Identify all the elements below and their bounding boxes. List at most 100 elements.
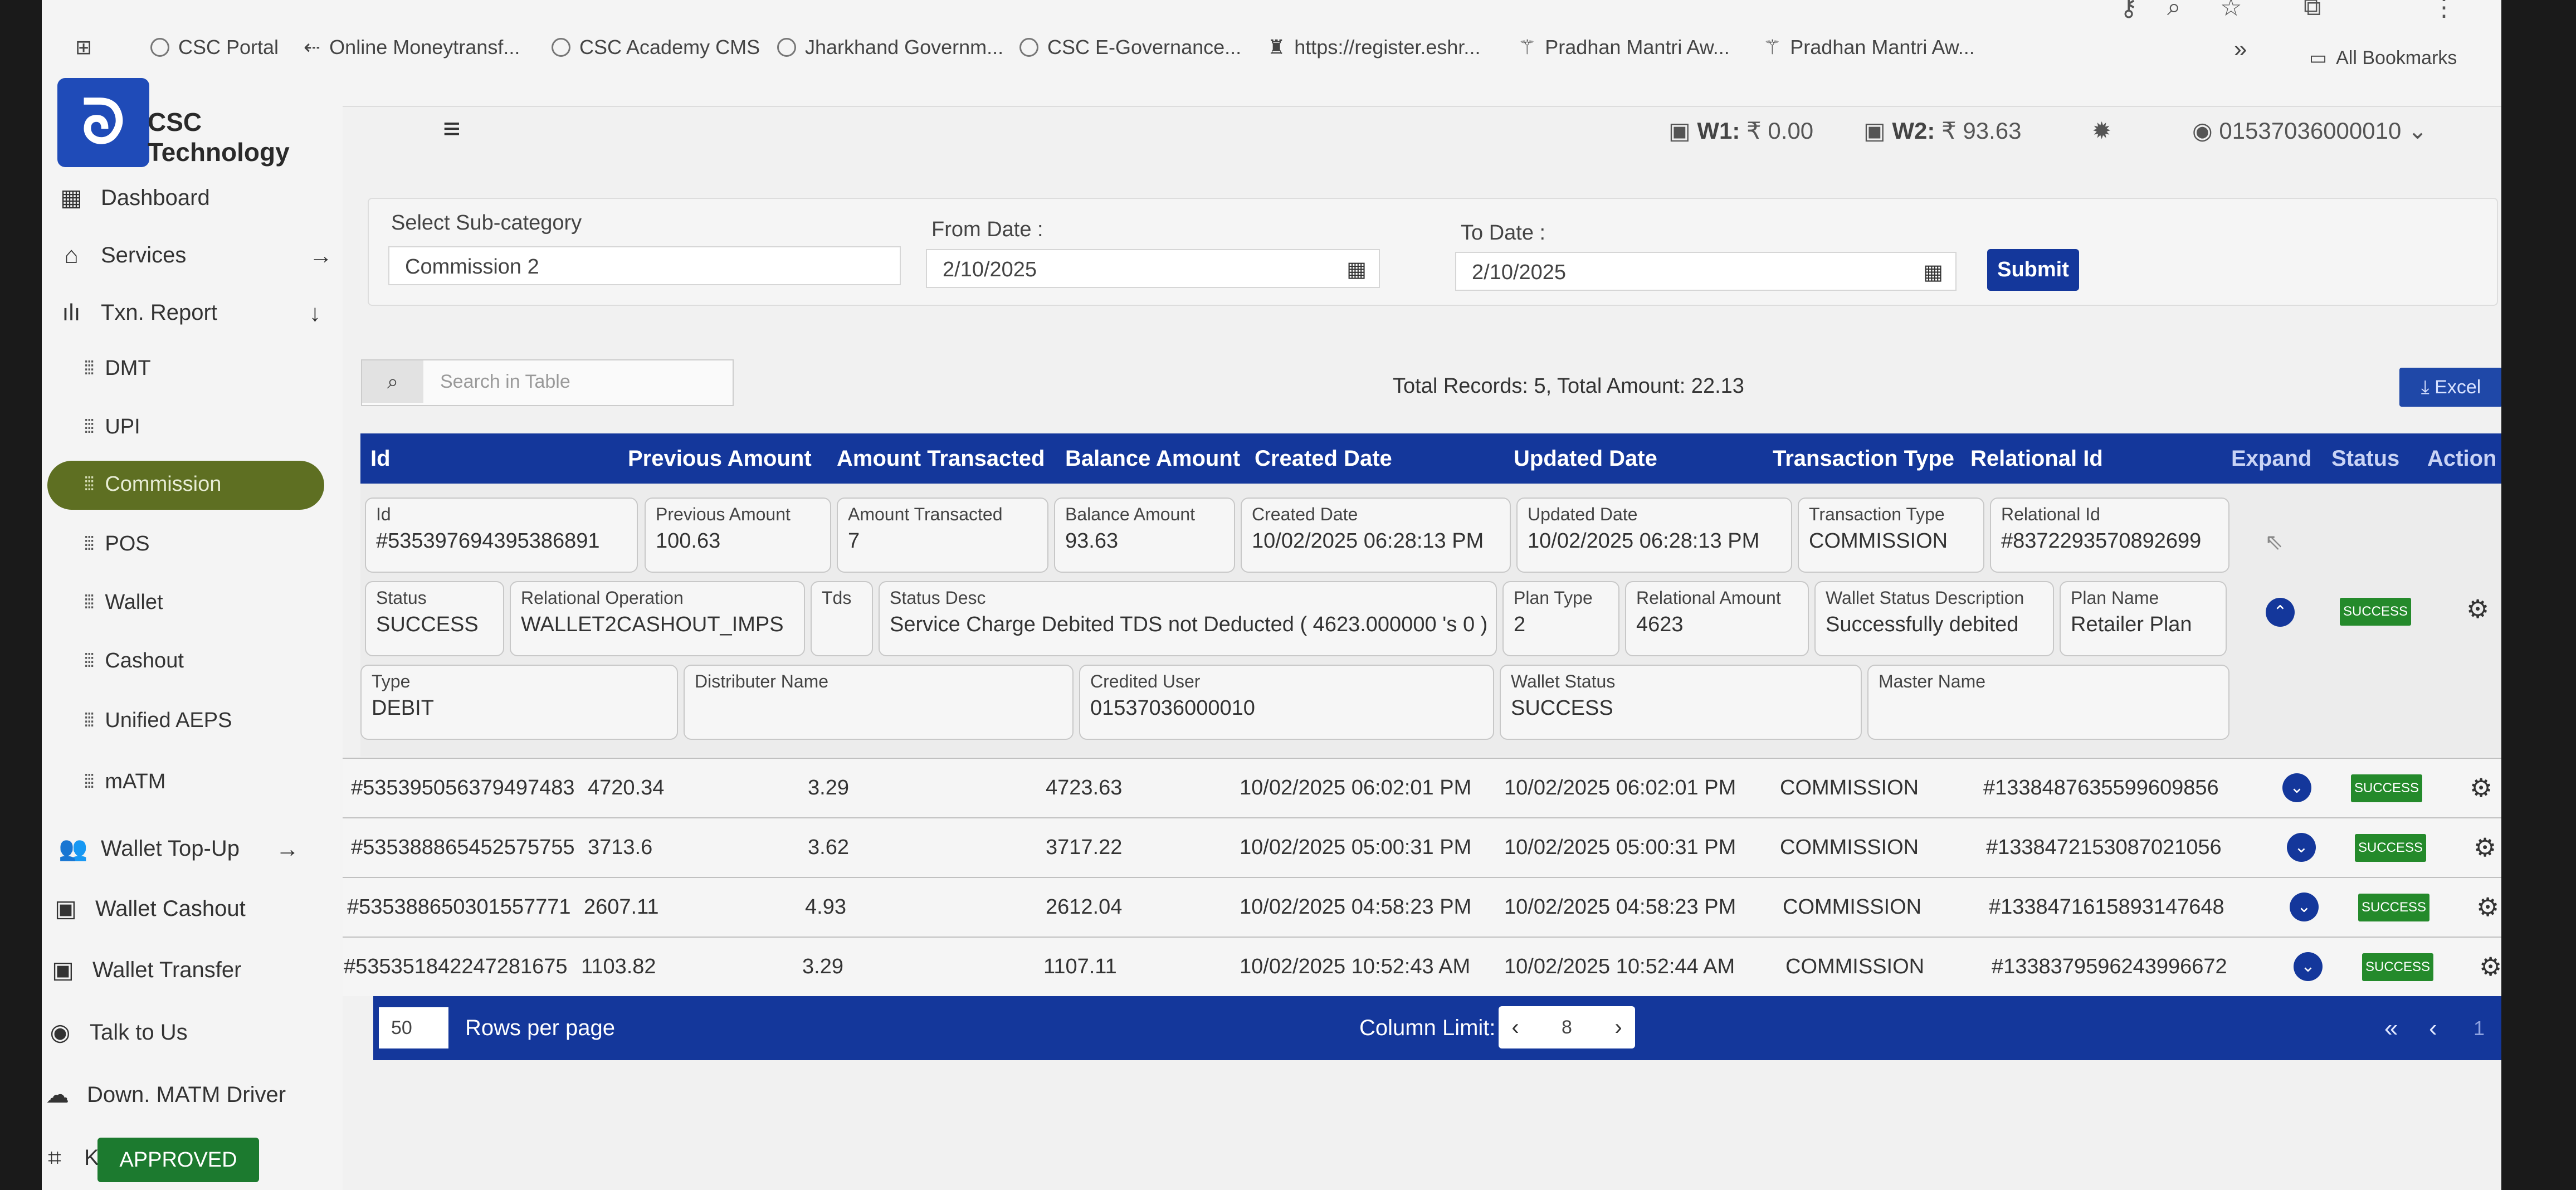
sidebar-item-cashout[interactable]: ⁞⁞⁞ Cashout: [84, 649, 184, 673]
key-icon[interactable]: ⚷: [2120, 0, 2138, 22]
bookmark-pmay-1[interactable]: ⚚ Pradhan Mantri Aw...: [1518, 36, 1730, 59]
sidebar-item-wallet[interactable]: ⁞⁞⁞ Wallet: [84, 591, 163, 614]
cell-updated: 10/02/2025 04:58:23 PM: [1504, 895, 1736, 919]
bookmark-csc-egov[interactable]: CSC E-Governance...: [1019, 36, 1241, 59]
expand-button[interactable]: ⌄: [2282, 773, 2311, 802]
col-transaction-type[interactable]: Transaction Type: [1773, 433, 1954, 484]
cell-bal: 2612.04: [1046, 895, 1123, 919]
collapse-button[interactable]: ⌃: [2266, 598, 2295, 627]
expand-button[interactable]: ⌄: [2290, 892, 2319, 921]
all-bookmarks[interactable]: ▭ All Bookmarks: [2309, 47, 2457, 69]
to-date-input[interactable]: 2/10/2025 ▦: [1455, 252, 1957, 291]
egov-icon: [1019, 38, 1038, 57]
sidebar-item-dmt[interactable]: ⁞⁞⁞ DMT: [84, 357, 151, 381]
chevron-right-icon[interactable]: ›: [1602, 1006, 1635, 1048]
grid-dots-icon: ⁞⁞⁞: [84, 771, 95, 792]
bookmark-register-eshram[interactable]: ♜ https://register.eshr...: [1267, 36, 1480, 59]
search-icon[interactable]: ⌕: [362, 360, 423, 403]
sidebar-item-wallet-transfer[interactable]: ▣ Wallet Transfer: [50, 957, 241, 983]
col-amount-transacted[interactable]: Amount Transacted: [837, 433, 1045, 484]
field-created-date: Created Date 10/02/2025 06:28:13 PM: [1241, 498, 1511, 573]
col-relational-id[interactable]: Relational Id: [1970, 433, 2103, 484]
zoom-icon[interactable]: ⌕: [2167, 0, 2181, 21]
notification-icon[interactable]: ✹: [2092, 117, 2111, 144]
chevron-left-icon[interactable]: ‹: [1499, 1006, 1532, 1048]
sidebar-item-wallet-topup[interactable]: 👥 Wallet Top-Up: [58, 836, 240, 861]
subcategory-select[interactable]: Commission 2: [388, 246, 901, 285]
sidebar-item-wallet-cashout[interactable]: ▣ Wallet Cashout: [53, 896, 246, 921]
cell-ttype: COMMISSION: [1785, 955, 1925, 978]
calendar-icon[interactable]: ▦: [1923, 253, 1943, 292]
col-id[interactable]: Id: [370, 433, 391, 484]
sidebar-item-talk-to-us[interactable]: ◉ Talk to Us: [47, 1020, 188, 1045]
grid-dots-icon: ⁞⁞⁞: [84, 650, 95, 671]
col-balance-amount[interactable]: Balance Amount: [1065, 433, 1240, 484]
sidebar-item-unified-aeps[interactable]: ⁞⁞⁞ Unified AEPS: [84, 709, 232, 733]
table-search[interactable]: ⌕ Search in Table: [361, 359, 734, 406]
hamburger-menu-icon[interactable]: ≡: [443, 111, 461, 146]
sidebar-item-upi[interactable]: ⁞⁞⁞ UPI: [84, 415, 140, 439]
gear-icon[interactable]: ⚙: [2470, 773, 2492, 803]
academy-icon: [552, 38, 570, 57]
cell-prev: 4720.34: [588, 776, 665, 799]
table-row[interactable]: #535395056379497483 4720.34 3.29 4723.63…: [343, 758, 2501, 817]
col-expand: Expand: [2231, 446, 2312, 471]
sidebar-item-commission[interactable]: ⁞⁞⁞ Commission: [84, 472, 221, 496]
rows-per-page-input[interactable]: 50: [379, 1007, 448, 1048]
first-page-icon[interactable]: «: [2384, 996, 2398, 1060]
from-date-input[interactable]: 2/10/2025 ▦: [926, 249, 1380, 288]
cell-created: 10/02/2025 06:02:01 PM: [1240, 776, 1472, 799]
gear-icon[interactable]: ⚙: [2466, 594, 2489, 624]
bookmark-online-moneytransfer[interactable]: ⇠ Online Moneytransf...: [304, 36, 520, 59]
user-circle-icon: ◉: [2192, 118, 2219, 144]
users-icon: 👥: [58, 835, 88, 861]
column-limit-control: ‹ 8 ›: [1499, 1006, 1635, 1048]
gear-icon[interactable]: ⚙: [2473, 832, 2496, 862]
col-previous-amount[interactable]: Previous Amount: [628, 433, 812, 484]
arrow-icon: ⇠: [304, 36, 321, 58]
table-row[interactable]: #535388650301557771 2607.11 4.93 2612.04…: [343, 877, 2501, 937]
sidebar-item-matm[interactable]: ⁞⁞⁞ mATM: [84, 770, 165, 794]
apps-grid-icon[interactable]: ⊞: [75, 36, 92, 59]
sidebar-item-txn-report[interactable]: ılı Txn. Report: [58, 300, 217, 325]
page-number: 1: [2473, 1017, 2485, 1040]
bookmark-csc-portal[interactable]: CSC Portal: [150, 36, 279, 59]
star-icon[interactable]: ☆: [2220, 0, 2242, 22]
logo[interactable]: ᘐ: [57, 78, 149, 167]
extensions-icon[interactable]: ⧉: [2304, 0, 2321, 21]
bookmark-jharkhand[interactable]: Jharkhand Governm...: [777, 36, 1003, 59]
menu-dots-icon[interactable]: ⋮: [2432, 0, 2456, 22]
search-input[interactable]: Search in Table: [440, 360, 570, 403]
sidebar: ᘐ CSC Technology ▦ Dashboard ⌂ Services → …: [42, 72, 343, 1190]
more-bookmarks-icon[interactable]: »: [2234, 36, 2247, 62]
col-updated-date[interactable]: Updated Date: [1514, 433, 1657, 484]
submit-button[interactable]: Submit: [1987, 249, 2079, 291]
prev-page-icon[interactable]: ‹: [2429, 996, 2437, 1060]
sidebar-item-down-matm-driver[interactable]: ☁ Down. MATM Driver: [45, 1082, 286, 1108]
field-tds: Tds: [811, 581, 873, 656]
user-menu[interactable]: ◉ 01537036000010 ⌄: [2192, 117, 2427, 144]
wallet-2: ▣ W2: ₹ 93.63: [1863, 118, 2022, 144]
table-row[interactable]: #535351842247281675 1103.82 3.29 1107.11…: [343, 937, 2501, 996]
expand-button[interactable]: ⌄: [2287, 833, 2316, 862]
wallet-icon: ▣: [1863, 118, 1892, 144]
sidebar-item-services[interactable]: ⌂ Services: [58, 242, 186, 268]
cell-amt: 3.62: [808, 836, 849, 859]
table-row[interactable]: #535388865452575755 3713.6 3.62 3717.22 …: [343, 817, 2501, 877]
expand-button[interactable]: ⌄: [2294, 952, 2323, 981]
sidebar-item-dashboard[interactable]: ▦ Dashboard: [58, 185, 210, 211]
column-limit-value[interactable]: 8: [1532, 1006, 1602, 1048]
brand-name: CSC Technology: [148, 108, 290, 167]
bookmark-pmay-2[interactable]: ⚚ Pradhan Mantri Aw...: [1763, 36, 1975, 59]
field-id: Id #535397694395386891: [365, 498, 638, 573]
bookmark-csc-academy[interactable]: CSC Academy CMS: [552, 36, 760, 59]
excel-export-button[interactable]: ⤓ Excel: [2399, 368, 2501, 407]
gear-icon[interactable]: ⚙: [2479, 952, 2501, 982]
gear-icon[interactable]: ⚙: [2476, 892, 2499, 922]
calendar-icon[interactable]: ▦: [1346, 250, 1367, 289]
cell-ttype: COMMISSION: [1780, 776, 1919, 799]
rows-per-page-label: Rows per page: [465, 1016, 616, 1040]
sidebar-item-pos[interactable]: ⁞⁞⁞ POS: [84, 532, 150, 556]
cell-prev: 1103.82: [581, 955, 656, 978]
col-created-date[interactable]: Created Date: [1255, 433, 1392, 484]
